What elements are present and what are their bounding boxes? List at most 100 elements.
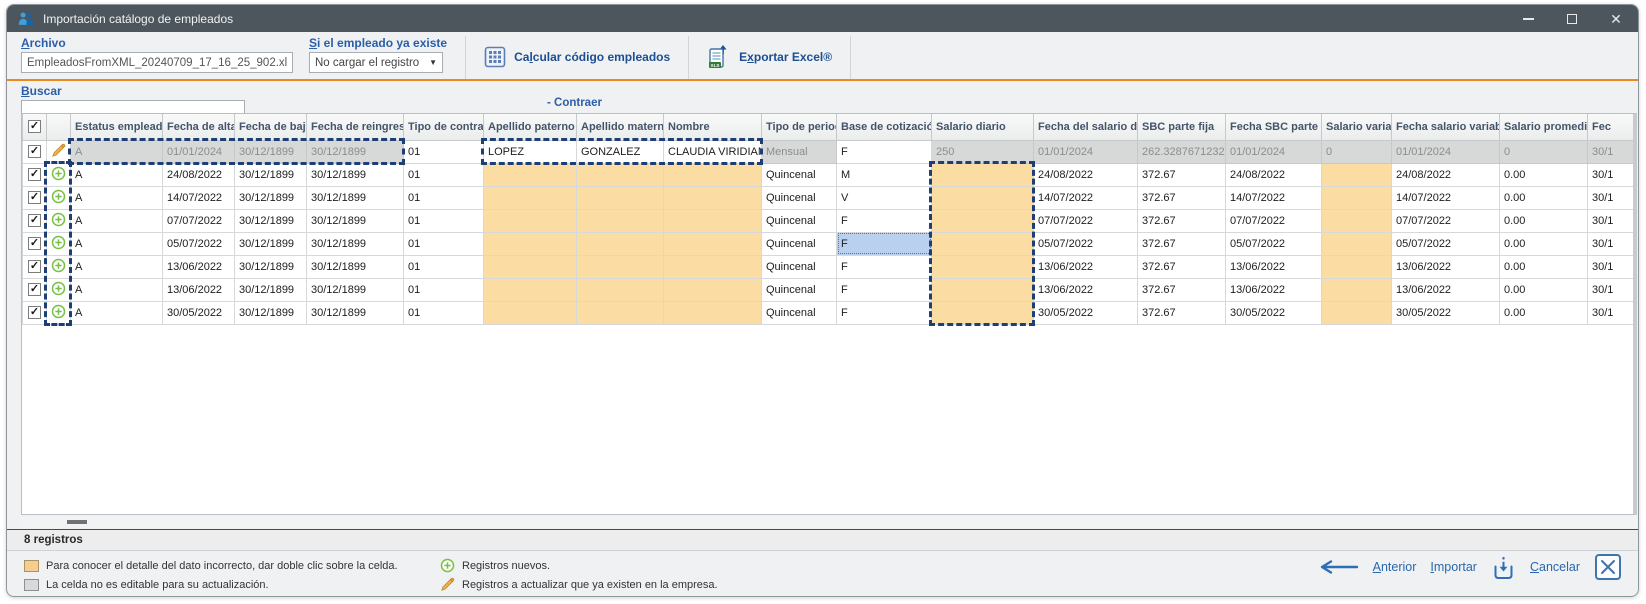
grid-cell[interactable]: 01 [404,163,484,186]
row-checkbox-cell[interactable]: ✓ [23,209,47,232]
grid-cell[interactable]: 30/1 [1588,209,1638,232]
grid-cell[interactable]: M [837,163,932,186]
grid-cell[interactable]: 14/07/2022 [163,186,235,209]
grid-cell[interactable] [1322,209,1392,232]
grid-cell[interactable]: 13/06/2022 [1034,278,1138,301]
select-all-checkbox[interactable]: ✓ [23,114,47,140]
grid-cell[interactable]: 372.67 [1138,301,1226,324]
grid-cell[interactable]: 05/07/2022 [1226,232,1322,255]
grid-cell[interactable] [577,232,664,255]
grid-cell[interactable] [484,163,577,186]
grid-cell[interactable]: 01/01/2024 [1392,140,1500,163]
anterior-link[interactable]: Anterior [1373,560,1417,574]
grid-cell[interactable] [932,301,1034,324]
grid-cell[interactable]: 30/12/1899 [235,186,307,209]
grid-cell[interactable]: 30/12/1899 [307,209,404,232]
grid-cell[interactable] [664,301,762,324]
row-checkbox-cell[interactable]: ✓ [23,163,47,186]
grid-cell[interactable]: Quincenal [762,232,837,255]
grid-cell[interactable]: 13/06/2022 [1392,255,1500,278]
grid-cell[interactable] [932,209,1034,232]
grid-cell[interactable]: 30/05/2022 [1392,301,1500,324]
grid-cell[interactable]: 13/06/2022 [1034,255,1138,278]
column-header[interactable]: Salario diario [932,114,1034,140]
column-header[interactable]: Fecha de alta▴ [163,114,235,140]
cancel-icon[interactable] [1594,553,1622,581]
grid-cell[interactable]: 30/12/1899 [307,163,404,186]
grid-cell[interactable]: Quincenal [762,301,837,324]
grid-cell[interactable]: Mensual [762,140,837,163]
grid-cell[interactable]: 30/05/2022 [163,301,235,324]
grid-cell[interactable]: 30/12/1899 [235,301,307,324]
grid-cell[interactable]: F [837,140,932,163]
checkbox-icon[interactable]: ✓ [28,145,41,158]
grid-cell[interactable]: 30/1 [1588,186,1638,209]
grid-cell[interactable] [484,186,577,209]
row-checkbox-cell[interactable]: ✓ [23,140,47,163]
checkbox-icon[interactable]: ✓ [28,283,41,296]
grid-cell[interactable]: 30/1 [1588,255,1638,278]
grid-cell[interactable]: 05/07/2022 [163,232,235,255]
grid-cell[interactable]: 30/12/1899 [307,278,404,301]
column-header[interactable]: Apellido paterno [484,114,577,140]
checkbox-icon[interactable]: ✓ [28,191,41,204]
importar-link[interactable]: Importar [1430,560,1477,574]
grid-cell[interactable]: 14/07/2022 [1034,186,1138,209]
grid-cell[interactable]: 30/12/1899 [307,186,404,209]
grid-cell[interactable]: 30/12/1899 [307,255,404,278]
grid-cell[interactable] [484,232,577,255]
column-header[interactable]: Estatus empleado [71,114,163,140]
checkbox-icon[interactable]: ✓ [28,168,41,181]
grid-cell[interactable] [1322,232,1392,255]
grid-cell[interactable]: 372.67 [1138,209,1226,232]
grid-cell[interactable] [577,209,664,232]
grid-cell[interactable] [577,186,664,209]
grid-cell[interactable]: 30/12/1899 [235,255,307,278]
grid-cell[interactable]: 30/1 [1588,278,1638,301]
calcular-codigo-button[interactable]: Calcular código empleados [468,36,686,78]
grid-cell[interactable]: F [837,278,932,301]
checkbox-icon[interactable]: ✓ [28,214,41,227]
grid-cell[interactable]: 13/06/2022 [1392,278,1500,301]
grid-cell[interactable]: 01/01/2024 [163,140,235,163]
grid-cell[interactable]: 01/01/2024 [1034,140,1138,163]
grid-cell[interactable]: F [837,209,932,232]
grid-cell[interactable]: GONZALEZ [577,140,664,163]
grid-cell[interactable]: A [71,301,163,324]
row-checkbox-cell[interactable]: ✓ [23,301,47,324]
grid-cell[interactable]: 01 [404,209,484,232]
grid-cell[interactable]: 0 [1322,140,1392,163]
grid-cell[interactable] [932,163,1034,186]
grid-cell[interactable]: 30/05/2022 [1034,301,1138,324]
grid-cell[interactable] [484,209,577,232]
grid-cell[interactable]: 24/08/2022 [1392,163,1500,186]
grid-cell[interactable]: Quincenal [762,278,837,301]
archivo-input[interactable] [21,52,293,73]
grid-cell[interactable]: 07/07/2022 [1034,209,1138,232]
grid-cell[interactable]: A [71,209,163,232]
row-checkbox-cell[interactable]: ✓ [23,186,47,209]
grid-cell[interactable] [664,163,762,186]
grid-cell[interactable]: Quincenal [762,186,837,209]
horizontal-scrollbar-thumb[interactable] [67,520,87,524]
grid-cell[interactable]: 13/06/2022 [1226,255,1322,278]
grid-cell[interactable]: 14/07/2022 [1392,186,1500,209]
grid-cell[interactable]: 372.67 [1138,186,1226,209]
grid-cell[interactable]: 24/08/2022 [163,163,235,186]
column-header[interactable]: Fecha salario variable [1392,114,1500,140]
cancelar-link[interactable]: Cancelar [1530,560,1580,574]
row-checkbox-cell[interactable]: ✓ [23,232,47,255]
column-header[interactable]: Nombre [664,114,762,140]
close-button[interactable]: ✕ [1594,5,1638,32]
grid-cell[interactable] [1322,186,1392,209]
grid-cell[interactable]: 0.00 [1500,255,1588,278]
icon-column-header[interactable] [47,114,71,140]
grid-cell[interactable] [664,255,762,278]
grid-cell[interactable] [1322,301,1392,324]
column-header[interactable]: Salario promedio [1500,114,1588,140]
exportar-excel-button[interactable]: XLS Exportar Excel® [691,36,848,78]
grid-cell[interactable] [932,278,1034,301]
checkbox-icon[interactable]: ✓ [28,237,41,250]
grid-cell[interactable]: 07/07/2022 [1226,209,1322,232]
column-header[interactable]: SBC parte fija [1138,114,1226,140]
